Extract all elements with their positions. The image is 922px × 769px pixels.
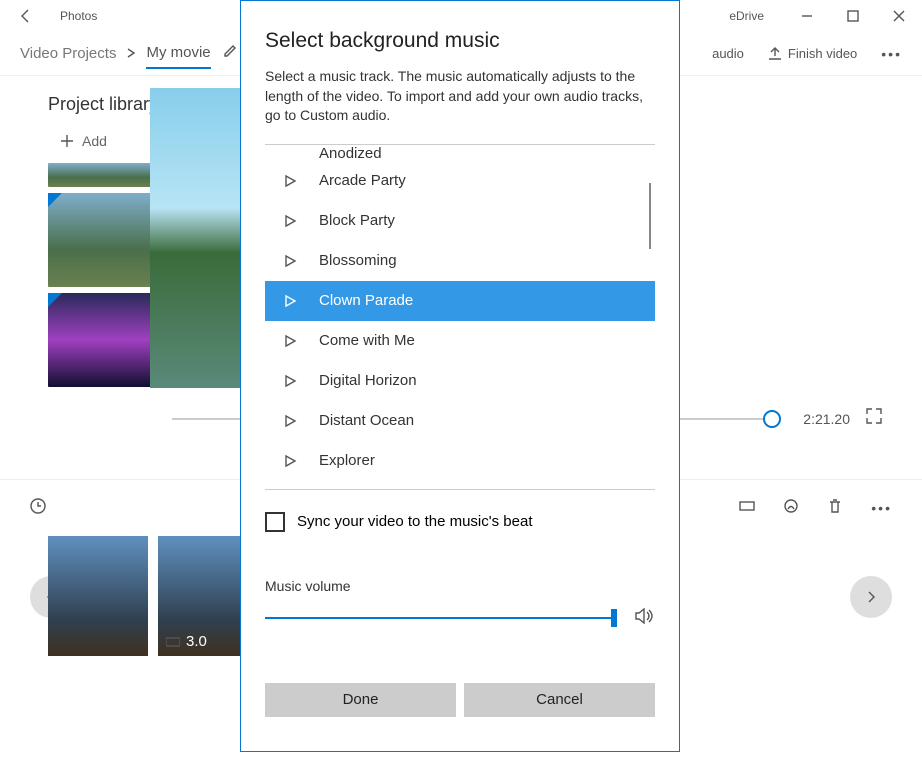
- time-display: 2:21.20: [803, 411, 850, 427]
- breadcrumb-root[interactable]: Video Projects: [20, 45, 116, 62]
- edit-name-icon[interactable]: [223, 44, 237, 63]
- storyboard-more[interactable]: •••: [871, 500, 892, 516]
- track-item[interactable]: Explorer: [265, 441, 655, 481]
- done-button[interactable]: Done: [265, 683, 456, 717]
- seek-handle[interactable]: [763, 410, 781, 428]
- volume-slider[interactable]: [265, 617, 617, 619]
- cancel-button[interactable]: Cancel: [464, 683, 655, 717]
- app-name: Photos: [60, 9, 97, 23]
- track-item[interactable]: Block Party: [265, 201, 655, 241]
- track-item[interactable]: Anodized: [265, 145, 655, 161]
- finish-video-button[interactable]: Finish video: [768, 46, 857, 61]
- back-button[interactable]: [10, 0, 42, 32]
- dialog-description: Select a music track. The music automati…: [265, 67, 655, 126]
- track-item[interactable]: Digital Horizon: [265, 361, 655, 401]
- resize-icon[interactable]: [739, 498, 755, 519]
- scrollbar-thumb[interactable]: [649, 183, 651, 249]
- speaker-icon[interactable]: [635, 608, 655, 629]
- track-item[interactable]: Blossoming: [265, 241, 655, 281]
- close-button[interactable]: [876, 0, 922, 32]
- fullscreen-icon[interactable]: [866, 408, 882, 429]
- chevron-right-icon: [126, 45, 136, 63]
- track-item[interactable]: Come with Me: [265, 321, 655, 361]
- sync-checkbox-row[interactable]: Sync your video to the music's beat: [265, 512, 655, 532]
- filters-icon[interactable]: [783, 498, 799, 519]
- background-music-dialog: Select background music Select a music t…: [240, 0, 680, 752]
- dialog-title: Select background music: [265, 29, 655, 53]
- volume-handle[interactable]: [611, 609, 617, 627]
- track-list[interactable]: Anodized Arcade Party Block Party Blosso…: [265, 144, 655, 490]
- delete-icon[interactable]: [827, 498, 843, 519]
- breadcrumb-current[interactable]: My movie: [146, 44, 210, 69]
- duration-icon[interactable]: [30, 498, 46, 519]
- sync-checkbox[interactable]: [265, 512, 285, 532]
- minimize-button[interactable]: [784, 0, 830, 32]
- cloud-label: eDrive: [729, 9, 764, 23]
- sync-label: Sync your video to the music's beat: [297, 513, 532, 530]
- track-item[interactable]: Distant Ocean: [265, 401, 655, 441]
- track-item[interactable]: Arcade Party: [265, 161, 655, 201]
- custom-audio-button[interactable]: audio: [712, 46, 744, 61]
- clip[interactable]: [48, 536, 148, 656]
- more-button[interactable]: •••: [881, 46, 902, 62]
- track-item-selected[interactable]: Clown Parade: [265, 281, 655, 321]
- strip-next-button[interactable]: [850, 576, 892, 618]
- volume-label: Music volume: [265, 578, 655, 594]
- maximize-button[interactable]: [830, 0, 876, 32]
